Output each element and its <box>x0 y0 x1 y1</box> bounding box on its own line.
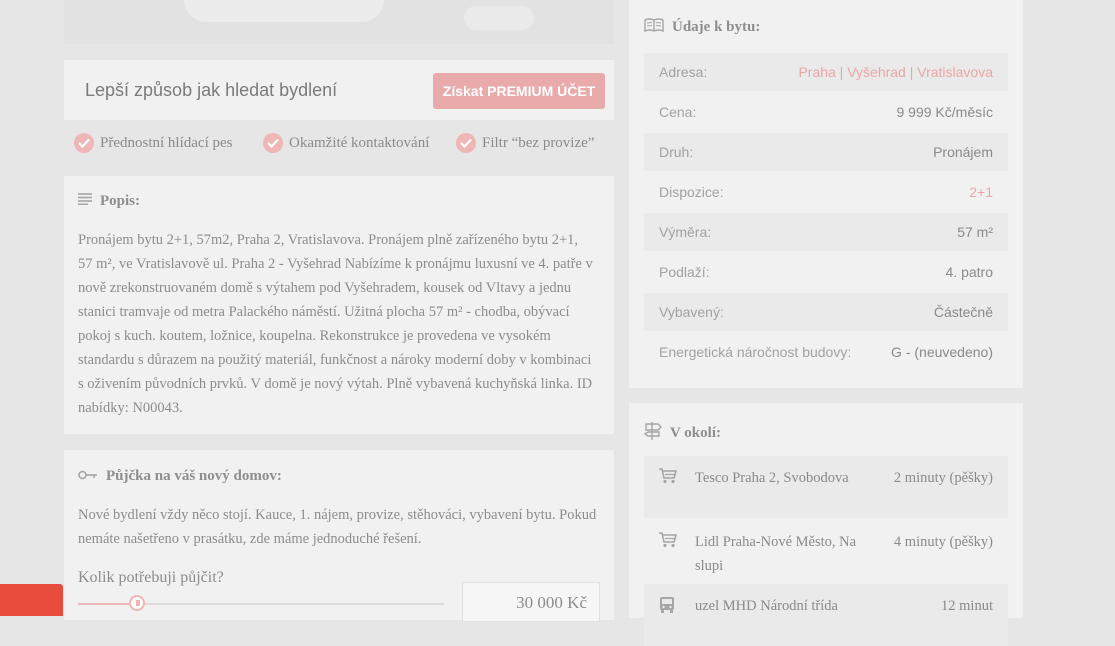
detail-value[interactable]: Praha | Vyšehrad | Vratislavova <box>798 64 993 80</box>
key-icon <box>78 468 98 485</box>
feature-label: Filtr “bez provize” <box>482 134 595 151</box>
poi-name: Lidl Praha-Nové Město, Na slupi <box>695 534 857 574</box>
check-icon <box>456 133 476 153</box>
detail-value: Pronájem <box>933 144 993 160</box>
detail-row: Podlaží: 4. patro <box>644 253 1008 291</box>
loan-heading: Půjčka na váš nový domov: <box>78 468 282 485</box>
feature-label: Okamžité kontaktování <box>289 134 430 151</box>
detail-row: Adresa: Praha | Vyšehrad | Vratislavova <box>644 53 1008 91</box>
poi-item: Tesco Praha 2, Svobodova 2 minuty (pěšky) <box>644 456 1008 518</box>
premium-banner: Lepší způsob jak hledat bydlení Získat P… <box>64 60 614 120</box>
surroundings-section: V okolí: Tesco Praha 2, Svobodova 2 minut… <box>629 403 1023 646</box>
loan-amount-field[interactable]: 30 000 Kč <box>462 582 600 622</box>
check-icon <box>263 133 283 153</box>
loan-amount-question: Kolik potřebuji půjčit? <box>78 569 224 586</box>
loan-amount-slider[interactable] <box>78 595 444 611</box>
poi-name: Tesco Praha 2, Svobodova <box>695 470 849 486</box>
description-section: Popis: Pronájem bytu 2+1, 57m2, Praha 2,… <box>64 176 614 434</box>
check-icon <box>74 133 94 153</box>
detail-label: Energetická náročnost budovy: <box>659 344 852 360</box>
feedback-tab[interactable] <box>0 584 63 616</box>
detail-row: Vybavený: Částečně <box>644 293 1008 331</box>
loan-text: Nové bydlení vždy něco stojí. Kauce, 1. … <box>78 507 597 547</box>
detail-value: G - (neuvedeno) <box>891 344 993 360</box>
surroundings-heading: V okolí: <box>643 421 721 446</box>
detail-value: 57 m² <box>957 224 993 240</box>
book-icon <box>644 18 664 37</box>
detail-label: Výměra: <box>659 224 712 240</box>
detail-label: Druh: <box>659 144 694 160</box>
feature-label: Přednostní hlídací pes <box>100 134 233 151</box>
detail-value[interactable]: 2+1 <box>969 184 993 200</box>
detail-value: 9 999 Kč/měsíc <box>896 104 994 120</box>
detail-row: Energetická náročnost budovy: G - (neuved… <box>644 333 1008 371</box>
slider-fill <box>78 603 137 605</box>
poi-distance: 4 minuty (pěšky) <box>893 534 993 550</box>
description-heading: Popis: <box>78 193 140 210</box>
detail-label: Cena: <box>659 104 697 120</box>
poi-item: Lidl Praha-Nové Město, Na slupi 4 minuty … <box>644 520 1008 582</box>
feature-no-commission-filter: Filtr “bez provize” <box>456 133 594 153</box>
feature-instant-contact: Okamžité kontaktování <box>263 133 429 153</box>
description-text: Pronájem bytu 2+1, 57m2, Praha 2, Vratis… <box>78 232 593 416</box>
poi-name: uzel MHD Národní třída <box>695 598 838 614</box>
details-heading: Údaje k bytu: <box>644 18 760 37</box>
detail-value: Částečně <box>933 304 993 320</box>
loan-section: Půjčka na váš nový domov: Nové bydlení v… <box>64 450 614 622</box>
slider-handle[interactable] <box>128 595 145 611</box>
feature-watchdog: Přednostní hlídací pes <box>74 133 232 153</box>
poi-distance: 2 minuty (pěšky) <box>893 470 993 486</box>
detail-label: Dispozice: <box>659 184 724 200</box>
detail-row: Výměra: 57 m² <box>644 213 1008 251</box>
lines-icon <box>78 193 92 210</box>
detail-label: Podlaží: <box>659 264 710 280</box>
detail-row: Cena: 9 999 Kč/měsíc <box>644 93 1008 131</box>
premium-title: Lepší způsob jak hledat bydlení <box>85 80 338 100</box>
poi-distance: 12 minut <box>941 598 993 614</box>
cart-icon <box>659 532 678 556</box>
get-premium-button[interactable]: Získat PREMIUM ÚČET <box>433 73 605 109</box>
cart-icon <box>659 468 678 492</box>
detail-label: Vybavený: <box>659 304 724 320</box>
bus-icon <box>659 596 675 622</box>
detail-value: 4. patro <box>945 264 993 280</box>
photo-gallery-strip[interactable] <box>64 0 614 44</box>
signpost-icon <box>643 421 662 446</box>
detail-row: Druh: Pronájem <box>644 133 1008 171</box>
detail-row: Dispozice: 2+1 <box>644 173 1008 211</box>
detail-label: Adresa: <box>659 64 708 80</box>
apartment-details: Údaje k bytu: Adresa: Praha | Vyšehrad | … <box>629 0 1023 388</box>
poi-item: uzel MHD Národní třída 12 minut <box>644 584 1008 646</box>
